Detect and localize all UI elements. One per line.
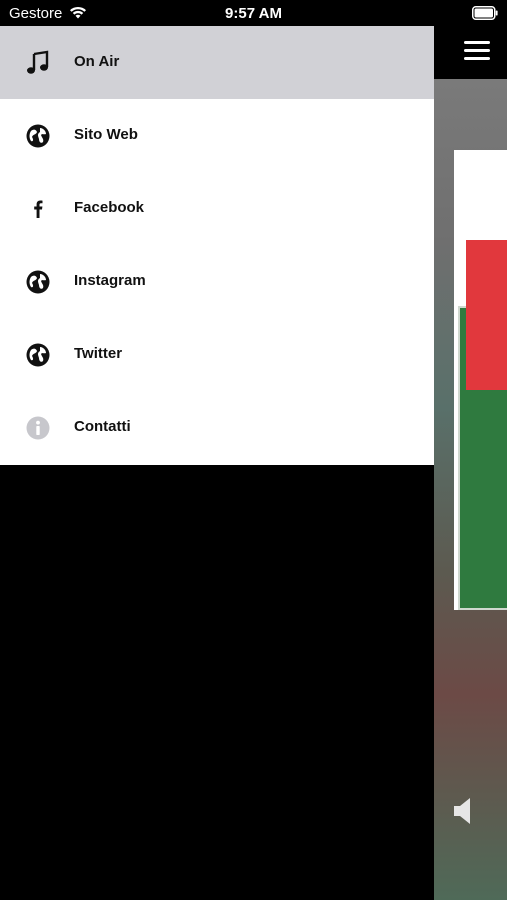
globe-icon — [25, 269, 51, 295]
navigation-drawer: On Air Sito Web Facebook Instagram Twitt… — [0, 26, 434, 465]
menu-item-sito-web[interactable]: Sito Web — [0, 99, 434, 172]
top-bar — [434, 26, 507, 79]
info-icon — [25, 415, 51, 441]
menu-item-label: On Air — [74, 53, 120, 70]
main-content — [434, 26, 507, 900]
logo-red-letter — [466, 240, 507, 390]
clock: 9:57 AM — [225, 5, 282, 22]
menu-item-facebook[interactable]: Facebook — [0, 172, 434, 245]
menu-item-label: Instagram — [74, 272, 146, 289]
hamburger-menu-button[interactable] — [464, 41, 490, 63]
menu-item-label: Contatti — [74, 418, 131, 435]
speaker-icon[interactable] — [452, 796, 476, 826]
globe-icon — [25, 342, 51, 368]
menu-item-twitter[interactable]: Twitter — [0, 318, 434, 391]
music-note-icon — [25, 50, 51, 76]
facebook-icon — [25, 196, 51, 222]
menu-item-instagram[interactable]: Instagram — [0, 245, 434, 318]
menu-item-label: Sito Web — [74, 126, 138, 143]
globe-icon — [25, 123, 51, 149]
menu-item-contatti[interactable]: Contatti — [0, 391, 434, 464]
battery-icon — [472, 6, 498, 20]
station-logo — [454, 150, 507, 610]
menu-item-on-air[interactable]: On Air — [0, 26, 434, 99]
status-bar: Gestore 9:57 AM — [0, 0, 507, 26]
menu-item-label: Facebook — [74, 199, 145, 216]
menu-item-label: Twitter — [74, 345, 123, 362]
